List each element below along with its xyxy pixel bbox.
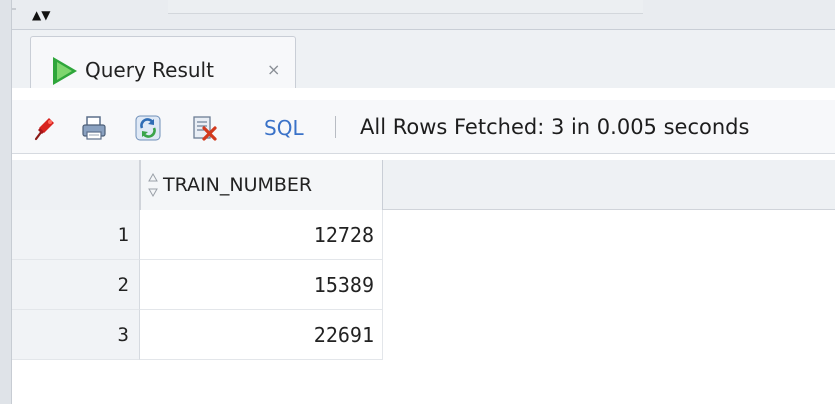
print-icon[interactable] <box>80 114 108 142</box>
toolbar: SQL All Rows Fetched: 3 in 0.005 seconds <box>12 100 835 154</box>
tab-query-result[interactable]: Query Result × <box>30 36 296 88</box>
table-row[interactable]: 1 12728 <box>12 210 383 260</box>
row-number-header <box>12 160 140 210</box>
toolbar-separator <box>335 116 336 138</box>
row-number: 2 <box>12 260 140 310</box>
tab-label: Query Result <box>85 58 214 82</box>
close-icon[interactable]: × <box>267 57 280 83</box>
row-number: 1 <box>12 210 140 260</box>
grid-empty-area <box>383 210 835 404</box>
delete-icon[interactable] <box>190 114 218 142</box>
row-number: 3 <box>12 310 140 360</box>
grid-header: TRAIN_NUMBER <box>12 160 835 210</box>
table-row[interactable]: 3 22691 <box>12 310 383 360</box>
results-grid: TRAIN_NUMBER 1 12728 2 15389 3 22691 <box>12 160 835 404</box>
sort-icon[interactable] <box>147 172 159 198</box>
column-header-train-number[interactable]: TRAIN_NUMBER <box>140 160 383 210</box>
top-strip: ▲▼ <box>0 0 835 30</box>
train-number-cell[interactable]: 22691 <box>140 310 383 360</box>
tab-row: Query Result × <box>12 30 835 88</box>
status-text: All Rows Fetched: 3 in 0.005 seconds <box>360 115 750 139</box>
train-number-cell[interactable]: 12728 <box>140 210 383 260</box>
refresh-icon[interactable] <box>134 114 162 142</box>
column-header-label: TRAIN_NUMBER <box>163 174 313 196</box>
run-play-icon <box>53 57 77 85</box>
sql-link[interactable]: SQL <box>264 116 304 140</box>
train-number-cell[interactable]: 15389 <box>140 260 383 310</box>
strip-mid <box>168 0 643 14</box>
sort-arrows-icon[interactable]: ▲▼ <box>32 8 50 22</box>
pin-icon[interactable] <box>30 114 58 142</box>
table-row[interactable]: 2 15389 <box>12 260 383 310</box>
left-edge-bar <box>0 0 12 404</box>
